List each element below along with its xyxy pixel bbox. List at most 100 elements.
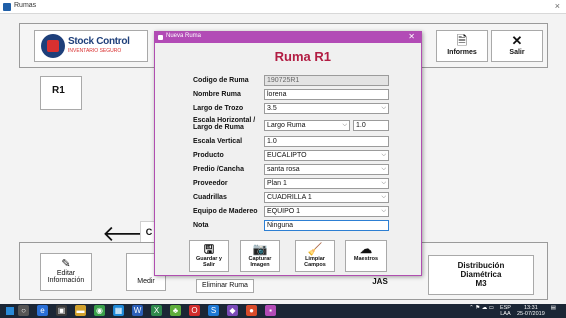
eliminar-ruma-button[interactable]: Eliminar Ruma bbox=[196, 279, 254, 293]
capturar-label: Capturar Imagen bbox=[248, 256, 272, 268]
predio-value: santa rosa bbox=[267, 166, 300, 173]
row-largo-trozo: Largo de Trozo 3.5 ⌵ bbox=[193, 103, 413, 115]
jas-label: JAS bbox=[372, 277, 388, 286]
opera-icon[interactable]: O bbox=[189, 305, 200, 316]
logo-subtitle: INVENTARIO SEGURO bbox=[68, 48, 122, 54]
document-icon: 🗎 bbox=[456, 33, 468, 48]
escala-horizontal-factor[interactable]: 1.0 bbox=[353, 120, 389, 131]
dialog-title: Nueva Ruma bbox=[166, 33, 202, 39]
chevron-down-icon: ⌵ bbox=[381, 152, 386, 158]
row-equipo: Equipo de Madereo EQUIPO 1 ⌵ bbox=[193, 206, 413, 218]
distribucion-label: Distribución Diamétrica M3 bbox=[457, 261, 505, 288]
taskbar-apps: ○ e ▣ ▬ ◉ ▦ W X ♣ O S ◆ ● ▪ bbox=[18, 305, 276, 316]
notifications-icon[interactable]: ▤ bbox=[551, 305, 556, 317]
close-icon[interactable]: × bbox=[555, 1, 560, 11]
window-titlebar: Rumas × bbox=[0, 0, 566, 14]
producto-select[interactable]: EUCALIPTO ⌵ bbox=[264, 150, 389, 161]
dialog-heading: Ruma R1 bbox=[274, 49, 331, 64]
limpiar-campos-button[interactable]: 🧹 Limpiar Campos bbox=[295, 240, 335, 272]
editar-label: Editar Información bbox=[47, 270, 85, 284]
ruma-tile[interactable]: R1 bbox=[40, 76, 82, 110]
stock-control-taskbar-icon[interactable]: ▪ bbox=[265, 305, 276, 316]
row-escala-vertical: Escala Vertical 1.0 bbox=[193, 136, 413, 148]
proveedor-label: Proveedor bbox=[193, 180, 228, 187]
escala-horizontal-select[interactable]: Largo Ruma ⌵ bbox=[264, 120, 350, 131]
nombre-field[interactable]: lorena bbox=[264, 89, 389, 100]
informes-button[interactable]: 🗎 Informes bbox=[436, 30, 488, 62]
chevron-down-icon: ⌵ bbox=[381, 180, 386, 186]
producto-value: EUCALIPTO bbox=[267, 152, 307, 159]
chevron-down-icon: ⌵ bbox=[381, 166, 386, 172]
guardar-salir-button[interactable]: 🖫 Guardar y Salir bbox=[189, 240, 229, 272]
app2-icon[interactable]: ◆ bbox=[227, 305, 238, 316]
dialog-titlebar: Nueva Ruma ✕ bbox=[155, 32, 421, 43]
largo-trozo-label: Largo de Trozo bbox=[193, 105, 244, 112]
chevron-down-icon: ⌵ bbox=[381, 208, 386, 214]
escala-vertical-field[interactable]: 1.0 bbox=[264, 136, 389, 147]
nombre-label: Nombre Ruma bbox=[193, 91, 241, 98]
equipo-value: EQUIPO 1 bbox=[267, 208, 301, 215]
dialog-app-icon bbox=[158, 35, 163, 40]
limpiar-label: Limpiar Campos bbox=[304, 256, 326, 268]
proveedor-select[interactable]: Plan 1 ⌵ bbox=[264, 178, 389, 189]
camera-icon[interactable]: ▣ bbox=[56, 305, 67, 316]
predio-select[interactable]: santa rosa ⌵ bbox=[264, 164, 389, 175]
taskbar: ○ e ▣ ▬ ◉ ▦ W X ♣ O S ◆ ● ▪ ⌃ ⚑ ☁ ▭ ESP … bbox=[0, 304, 566, 318]
tray-icons[interactable]: ⌃ ⚑ ☁ ▭ bbox=[469, 305, 494, 317]
store-icon[interactable]: ▦ bbox=[113, 305, 124, 316]
clock[interactable]: 13:31 25-07/2019 bbox=[517, 305, 545, 317]
language-indicator[interactable]: ESP LAA bbox=[500, 305, 511, 317]
x-icon: ✕ bbox=[511, 33, 523, 48]
app-icon[interactable]: ♣ bbox=[170, 305, 181, 316]
clock-date: 25-07/2019 bbox=[516, 311, 545, 317]
escala-horizontal-label: Escala Horizontal / Largo de Ruma bbox=[193, 117, 256, 131]
chevron-down-icon: ⌵ bbox=[381, 105, 386, 111]
medir-label: Medir bbox=[137, 278, 155, 285]
nota-field[interactable]: Ninguna bbox=[264, 220, 389, 231]
eliminar-label: Eliminar Ruma bbox=[202, 282, 248, 289]
guardar-label: Guardar y Salir bbox=[196, 256, 222, 268]
lang-bottom: LAA bbox=[500, 311, 511, 317]
largo-trozo-select[interactable]: 3.5 ⌵ bbox=[264, 103, 389, 114]
app-icon bbox=[3, 3, 11, 11]
equipo-select[interactable]: EQUIPO 1 ⌵ bbox=[264, 206, 389, 217]
row-codigo: Codigo de Ruma 190725R1 bbox=[193, 75, 413, 87]
codigo-label: Codigo de Ruma bbox=[193, 77, 249, 84]
dialog-close-icon[interactable]: ✕ bbox=[408, 32, 415, 41]
salir-button[interactable]: ✕ Salir bbox=[491, 30, 543, 62]
predio-label: Predio /Cancha bbox=[193, 166, 244, 173]
logo-name: Stock Control bbox=[68, 36, 130, 47]
equipo-label: Equipo de Madereo bbox=[193, 208, 258, 215]
largo-trozo-value: 3.5 bbox=[267, 105, 277, 112]
window-title: Rumas bbox=[14, 2, 37, 9]
proveedor-value: Plan 1 bbox=[267, 180, 287, 187]
editar-button[interactable]: ✎ Editar Información bbox=[40, 253, 92, 291]
app3-icon[interactable]: ● bbox=[246, 305, 257, 316]
row-cuadrillas: Cuadrillas CUADRILLA 1 ⌵ bbox=[193, 192, 413, 204]
informes-label: Informes bbox=[447, 49, 477, 56]
salir-label: Salir bbox=[509, 49, 525, 56]
logo-button[interactable]: Stock Control INVENTARIO SEGURO bbox=[34, 30, 148, 62]
broom-icon: 🧹 bbox=[307, 242, 323, 256]
start-icon[interactable] bbox=[6, 307, 14, 315]
row-predio: Predio /Cancha santa rosa ⌵ bbox=[193, 164, 413, 176]
skype-icon[interactable]: S bbox=[208, 305, 219, 316]
excel-icon[interactable]: X bbox=[151, 305, 162, 316]
save-icon: 🖫 bbox=[203, 242, 215, 256]
maestros-button[interactable]: ☁ Maestros bbox=[345, 240, 387, 272]
distribucion-button[interactable]: Distribución Diamétrica M3 bbox=[428, 255, 534, 295]
chrome-icon[interactable]: ◉ bbox=[94, 305, 105, 316]
folder-icon[interactable]: ▬ bbox=[75, 305, 86, 316]
cuadrillas-value: CUADRILLA 1 bbox=[267, 194, 312, 201]
search-icon[interactable]: ○ bbox=[18, 305, 29, 316]
word-icon[interactable]: W bbox=[132, 305, 143, 316]
cuadrillas-select[interactable]: CUADRILLA 1 ⌵ bbox=[264, 192, 389, 203]
maestros-label: Maestros bbox=[353, 256, 379, 262]
system-tray: ⌃ ⚑ ☁ ▭ ESP LAA 13:31 25-07/2019 ▤ bbox=[469, 305, 556, 317]
codigo-field: 190725R1 bbox=[264, 75, 389, 86]
edge-icon[interactable]: e bbox=[37, 305, 48, 316]
capturar-imagen-button[interactable]: 📷 Capturar Imagen bbox=[240, 240, 280, 272]
cloud-icon: ☁ bbox=[360, 242, 372, 256]
chevron-down-icon: ⌵ bbox=[342, 122, 347, 128]
row-producto: Producto EUCALIPTO ⌵ bbox=[193, 150, 413, 162]
